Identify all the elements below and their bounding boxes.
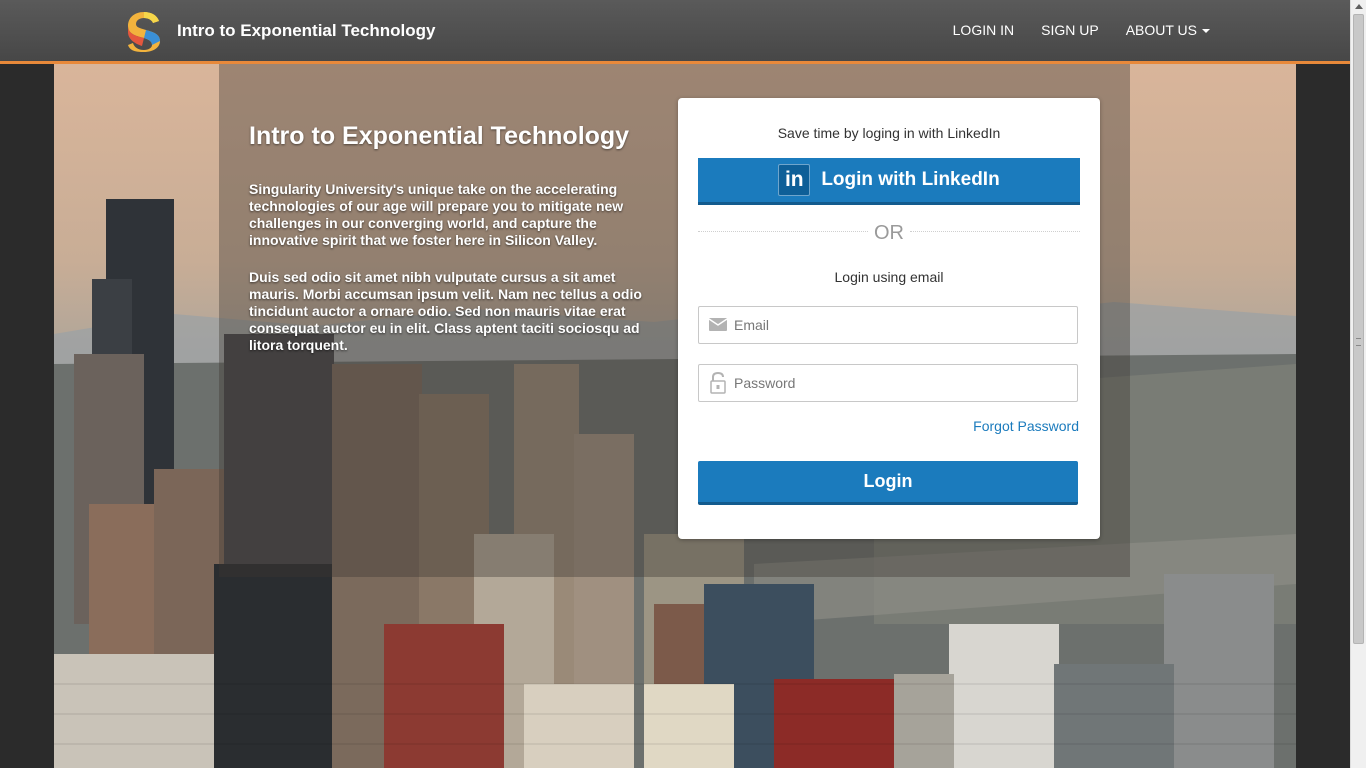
password-input[interactable]	[734, 365, 1074, 401]
forgot-password-link[interactable]: Forgot Password	[973, 418, 1079, 434]
or-text: OR	[874, 222, 904, 244]
caret-down-icon	[1202, 29, 1210, 34]
brand-title: Intro to Exponential Technology	[177, 21, 436, 40]
linkedin-prompt-text: Save time by loging in with LinkedIn	[777, 125, 1001, 141]
divider-line	[910, 231, 1080, 232]
email-input[interactable]	[734, 307, 1074, 343]
email-login-heading: Login using email	[834, 269, 944, 285]
password-field-wrapper	[698, 364, 1078, 402]
or-divider: OR	[698, 222, 1080, 248]
nav-links: LOGIN IN SIGN UP ABOUT US	[926, 22, 1210, 38]
login-card: Save time by loging in with LinkedIn in …	[678, 98, 1100, 539]
login-button[interactable]: Login	[698, 461, 1078, 505]
intro-section: Intro to Exponential Technology Singular…	[249, 122, 644, 374]
email-field-wrapper	[698, 306, 1078, 344]
nav-about-us-dropdown[interactable]: ABOUT US	[1126, 22, 1210, 38]
nav-about-us-label: ABOUT US	[1125, 22, 1197, 38]
nav-signup-link[interactable]: SIGN UP	[1041, 22, 1099, 38]
nav-login-link[interactable]: LOGIN IN	[953, 22, 1014, 38]
top-navbar: Intro to Exponential Technology LOGIN IN…	[0, 0, 1350, 64]
padlock-icon	[710, 372, 726, 394]
singularity-s-logo-icon	[128, 12, 160, 52]
brand[interactable]: Intro to Exponential Technology	[126, 10, 435, 52]
intro-paragraph: Duis sed odio sit amet nibh vulputate cu…	[249, 269, 642, 353]
scroll-grip-icon	[1356, 338, 1361, 346]
page-scrollbar[interactable]	[1350, 0, 1366, 768]
linkedin-button-label: Login with LinkedIn	[821, 169, 1000, 190]
linkedin-icon: in	[778, 164, 811, 196]
scroll-up-arrow-icon[interactable]	[1355, 4, 1363, 9]
scrollbar-thumb[interactable]	[1353, 14, 1364, 644]
envelope-icon	[709, 318, 727, 331]
intro-paragraph: Singularity University's unique take on …	[249, 181, 624, 248]
intro-title: Intro to Exponential Technology	[249, 122, 630, 150]
login-with-linkedin-button[interactable]: in Login with LinkedIn	[698, 158, 1080, 205]
